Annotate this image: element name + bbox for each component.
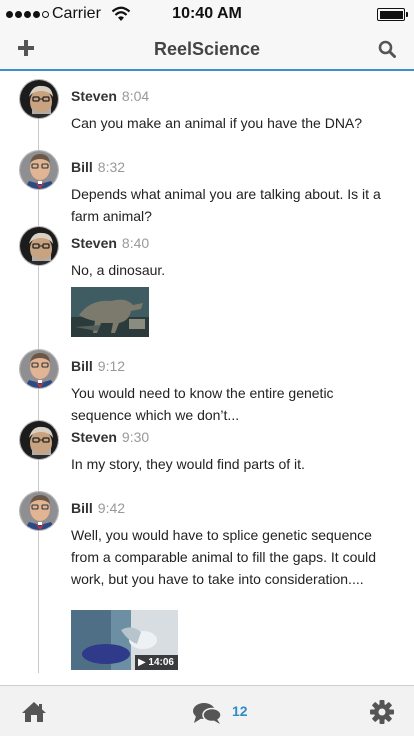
message-text: No, a dinosaur. xyxy=(71,262,166,278)
dinosaur-image-thumbnail[interactable] xyxy=(71,287,149,337)
message-time: 8:04 xyxy=(121,88,150,104)
message-author[interactable]: Steven xyxy=(71,235,117,251)
message-time: 9:12 xyxy=(97,358,126,374)
status-time: 10:40 AM xyxy=(172,5,242,22)
message-author[interactable]: Steven xyxy=(71,429,117,445)
avatar-steven[interactable] xyxy=(19,420,59,460)
message-time: 8:40 xyxy=(121,235,150,251)
message-text: Can you make an animal if you have the D… xyxy=(71,115,363,131)
message-text: Depends what animal you are talking abou… xyxy=(71,186,381,224)
message-feed[interactable]: Steven 8:04 Can you make an animal if you… xyxy=(0,73,414,685)
search-icon[interactable] xyxy=(378,40,396,58)
message-text: You would need to know the entire geneti… xyxy=(71,385,334,423)
lab-video-thumbnail[interactable]: ▶ 14:06 xyxy=(71,610,178,670)
message-author[interactable]: Bill xyxy=(71,358,93,374)
video-duration-label: ▶ 14:06 xyxy=(134,655,178,670)
message-time: 8:32 xyxy=(97,159,126,175)
chat-bubbles-icon[interactable] xyxy=(192,702,222,724)
avatar-steven[interactable] xyxy=(19,226,59,266)
message-author[interactable]: Steven xyxy=(71,88,117,104)
avatar-steven[interactable] xyxy=(19,79,59,119)
app-title: ReelScience xyxy=(153,39,261,59)
message-author[interactable]: Bill xyxy=(71,159,93,175)
avatar-bill[interactable] xyxy=(19,150,59,190)
tab-bar: 12 xyxy=(0,685,414,736)
battery-icon xyxy=(377,8,408,21)
chat-count-badge[interactable]: 12 xyxy=(232,703,248,719)
home-icon[interactable] xyxy=(21,701,47,723)
message-text: Well, you would have to splice genetic s… xyxy=(71,527,377,587)
message-time: 9:42 xyxy=(97,500,126,516)
avatar-bill[interactable] xyxy=(19,491,59,531)
avatar-bill[interactable] xyxy=(19,349,59,389)
message-text: In my story, they would find parts of it… xyxy=(71,456,305,472)
message-time: 9:30 xyxy=(121,429,150,445)
message-author[interactable]: Bill xyxy=(71,500,93,516)
timeline-line xyxy=(38,113,39,673)
status-bar: Carrier 10:40 AM xyxy=(0,0,414,30)
gear-icon[interactable] xyxy=(369,699,395,725)
nav-bar: ReelScience xyxy=(0,30,414,71)
